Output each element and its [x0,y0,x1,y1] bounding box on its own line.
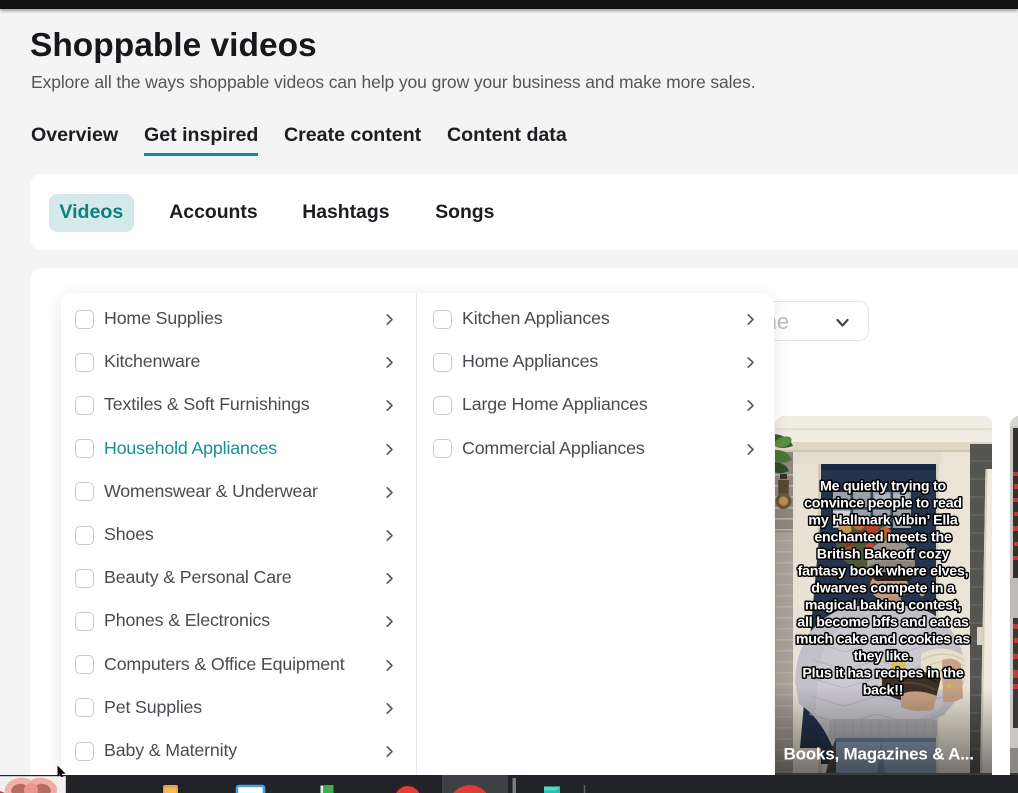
svg-text:magical baking contest,: magical baking contest, [804,598,960,614]
svg-text:all become bffs and eat as: all become bffs and eat as [797,615,969,631]
svg-text:they like.: they like. [853,648,912,664]
svg-text:British Bakeoff cozy: British Bakeoff cozy [816,547,949,563]
svg-text:Plus it has recipes in the: Plus it has recipes in the [802,665,963,681]
svg-text:convince people to read: convince people to read [804,496,962,512]
svg-text:enchanted meets the: enchanted meets the [814,530,952,546]
svg-text:much cake and cookies as: much cake and cookies as [795,631,970,647]
svg-text:back!!: back!! [862,682,903,698]
svg-text:Books, Magazines & A...: Books, Magazines & A... [783,745,973,764]
svg-text:my Hallmark vibin’ Ella: my Hallmark vibin’ Ella [808,513,957,529]
svg-text:fantasy book where elves,: fantasy book where elves, [797,564,968,580]
svg-text:Me quietly trying to: Me quietly trying to [819,479,946,495]
svg-text:dwarves compete in a: dwarves compete in a [811,581,955,597]
